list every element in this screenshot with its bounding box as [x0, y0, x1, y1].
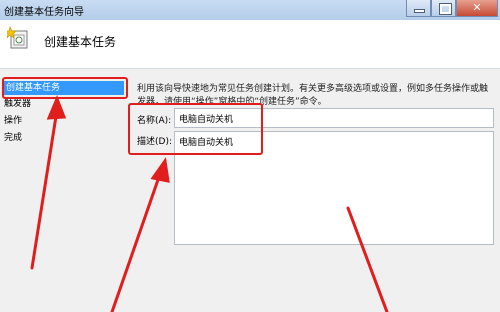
step-trigger[interactable]: 触发器 [4, 97, 31, 111]
window-title: 创建基本任务向导 [4, 7, 84, 18]
caption-buttons: ✕ [406, 0, 498, 17]
header-title: 创建基本任务 [44, 35, 117, 49]
close-icon: ✕ [472, 1, 482, 14]
step-finish[interactable]: 完成 [4, 131, 22, 145]
maximize-button[interactable] [431, 0, 456, 17]
highlight-box-fields [128, 103, 263, 155]
minimize-button[interactable] [406, 0, 431, 17]
task-wizard-icon [7, 26, 28, 49]
wizard-steps: 创建基本任务 触发器 操作 完成 [0, 69, 133, 312]
wizard-header: 创建基本任务 [0, 20, 500, 69]
close-button[interactable]: ✕ [456, 0, 498, 17]
step-action[interactable]: 操作 [4, 114, 22, 128]
highlight-box-step [2, 77, 128, 99]
title-bar: 创建基本任务向导 ✕ [0, 0, 500, 20]
